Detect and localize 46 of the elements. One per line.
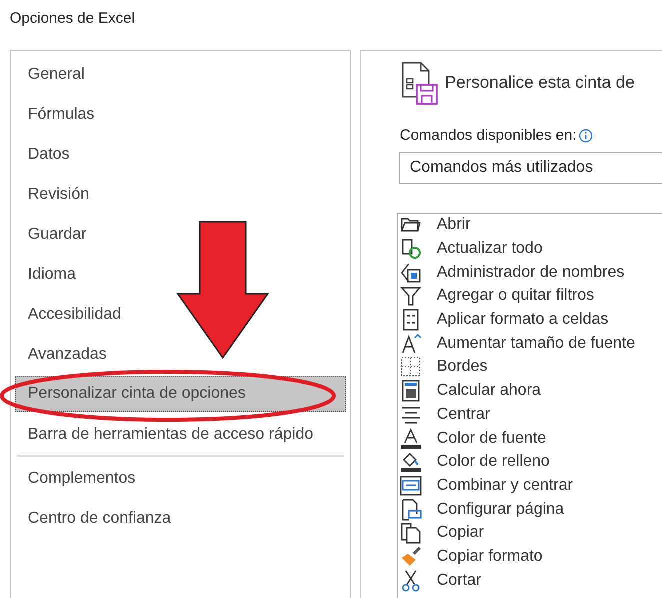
command-item[interactable]: Administrador de nombres	[437, 260, 625, 285]
command-item[interactable]: Configurar página	[437, 498, 564, 522]
commands-dropdown[interactable]: Comandos más utilizados	[399, 152, 662, 184]
ribbon-heading: Personalice esta cinta de	[445, 72, 635, 94]
sidebar-item[interactable]: Barra de herramientas de acceso rápido	[15, 414, 346, 454]
page-setup-icon	[400, 498, 422, 521]
calculator-icon	[400, 380, 422, 402]
scissors-icon	[400, 570, 422, 592]
command-item[interactable]: Agregar o quitar filtros	[437, 284, 594, 308]
copy-icon	[400, 522, 422, 544]
merge-center-icon	[400, 474, 422, 497]
paintbrush-icon	[400, 546, 422, 568]
filter-icon	[400, 285, 422, 308]
command-item[interactable]: Copiar formato	[437, 544, 543, 569]
command-item[interactable]: Abrir	[437, 213, 471, 238]
sidebar-item[interactable]: Datos	[15, 134, 346, 174]
font-color-icon	[400, 428, 422, 450]
command-item[interactable]: Actualizar todo	[437, 237, 543, 262]
command-item[interactable]: Color de relleno	[437, 450, 550, 474]
command-item[interactable]: Calcular ahora	[437, 379, 542, 404]
command-item[interactable]: Color de fuente	[437, 426, 546, 451]
sidebar-item[interactable]: Personalizar cinta de opciones	[15, 376, 346, 412]
sidebar-item[interactable]: Idioma	[15, 254, 346, 294]
command-item[interactable]: Centrar	[437, 402, 490, 427]
fill-color-icon	[400, 451, 422, 474]
sidebar-item[interactable]: Accesibilidad	[15, 294, 346, 334]
window-title: Opciones de Excel	[10, 9, 136, 29]
font-grow-icon	[400, 332, 422, 355]
command-item[interactable]: Combinar y centrar	[437, 474, 574, 498]
borders-icon	[400, 356, 422, 378]
commands-label: Comandos disponibles en:	[400, 126, 577, 146]
sidebar-item[interactable]: Centro de confianza	[15, 498, 346, 538]
command-item[interactable]: Copiar	[437, 521, 484, 546]
name-manager-icon	[400, 262, 422, 284]
sidebar-item[interactable]: Revisión	[15, 174, 346, 214]
sidebar-item[interactable]: Guardar	[15, 214, 346, 254]
command-item[interactable]: Aumentar tamaño de fuente	[437, 332, 636, 356]
command-item[interactable]: Bordes	[437, 355, 488, 380]
info-icon[interactable]	[578, 129, 593, 144]
command-item[interactable]: Aplicar formato a celdas	[437, 308, 609, 332]
sidebar-item[interactable]: Complementos	[15, 458, 346, 498]
sidebar-item[interactable]: General	[15, 54, 346, 94]
command-item[interactable]: Cortar	[437, 568, 482, 593]
refresh-icon	[400, 238, 422, 260]
sidebar-item[interactable]: Avanzadas	[15, 334, 346, 374]
sidebar-item[interactable]: Fórmulas	[15, 94, 346, 134]
